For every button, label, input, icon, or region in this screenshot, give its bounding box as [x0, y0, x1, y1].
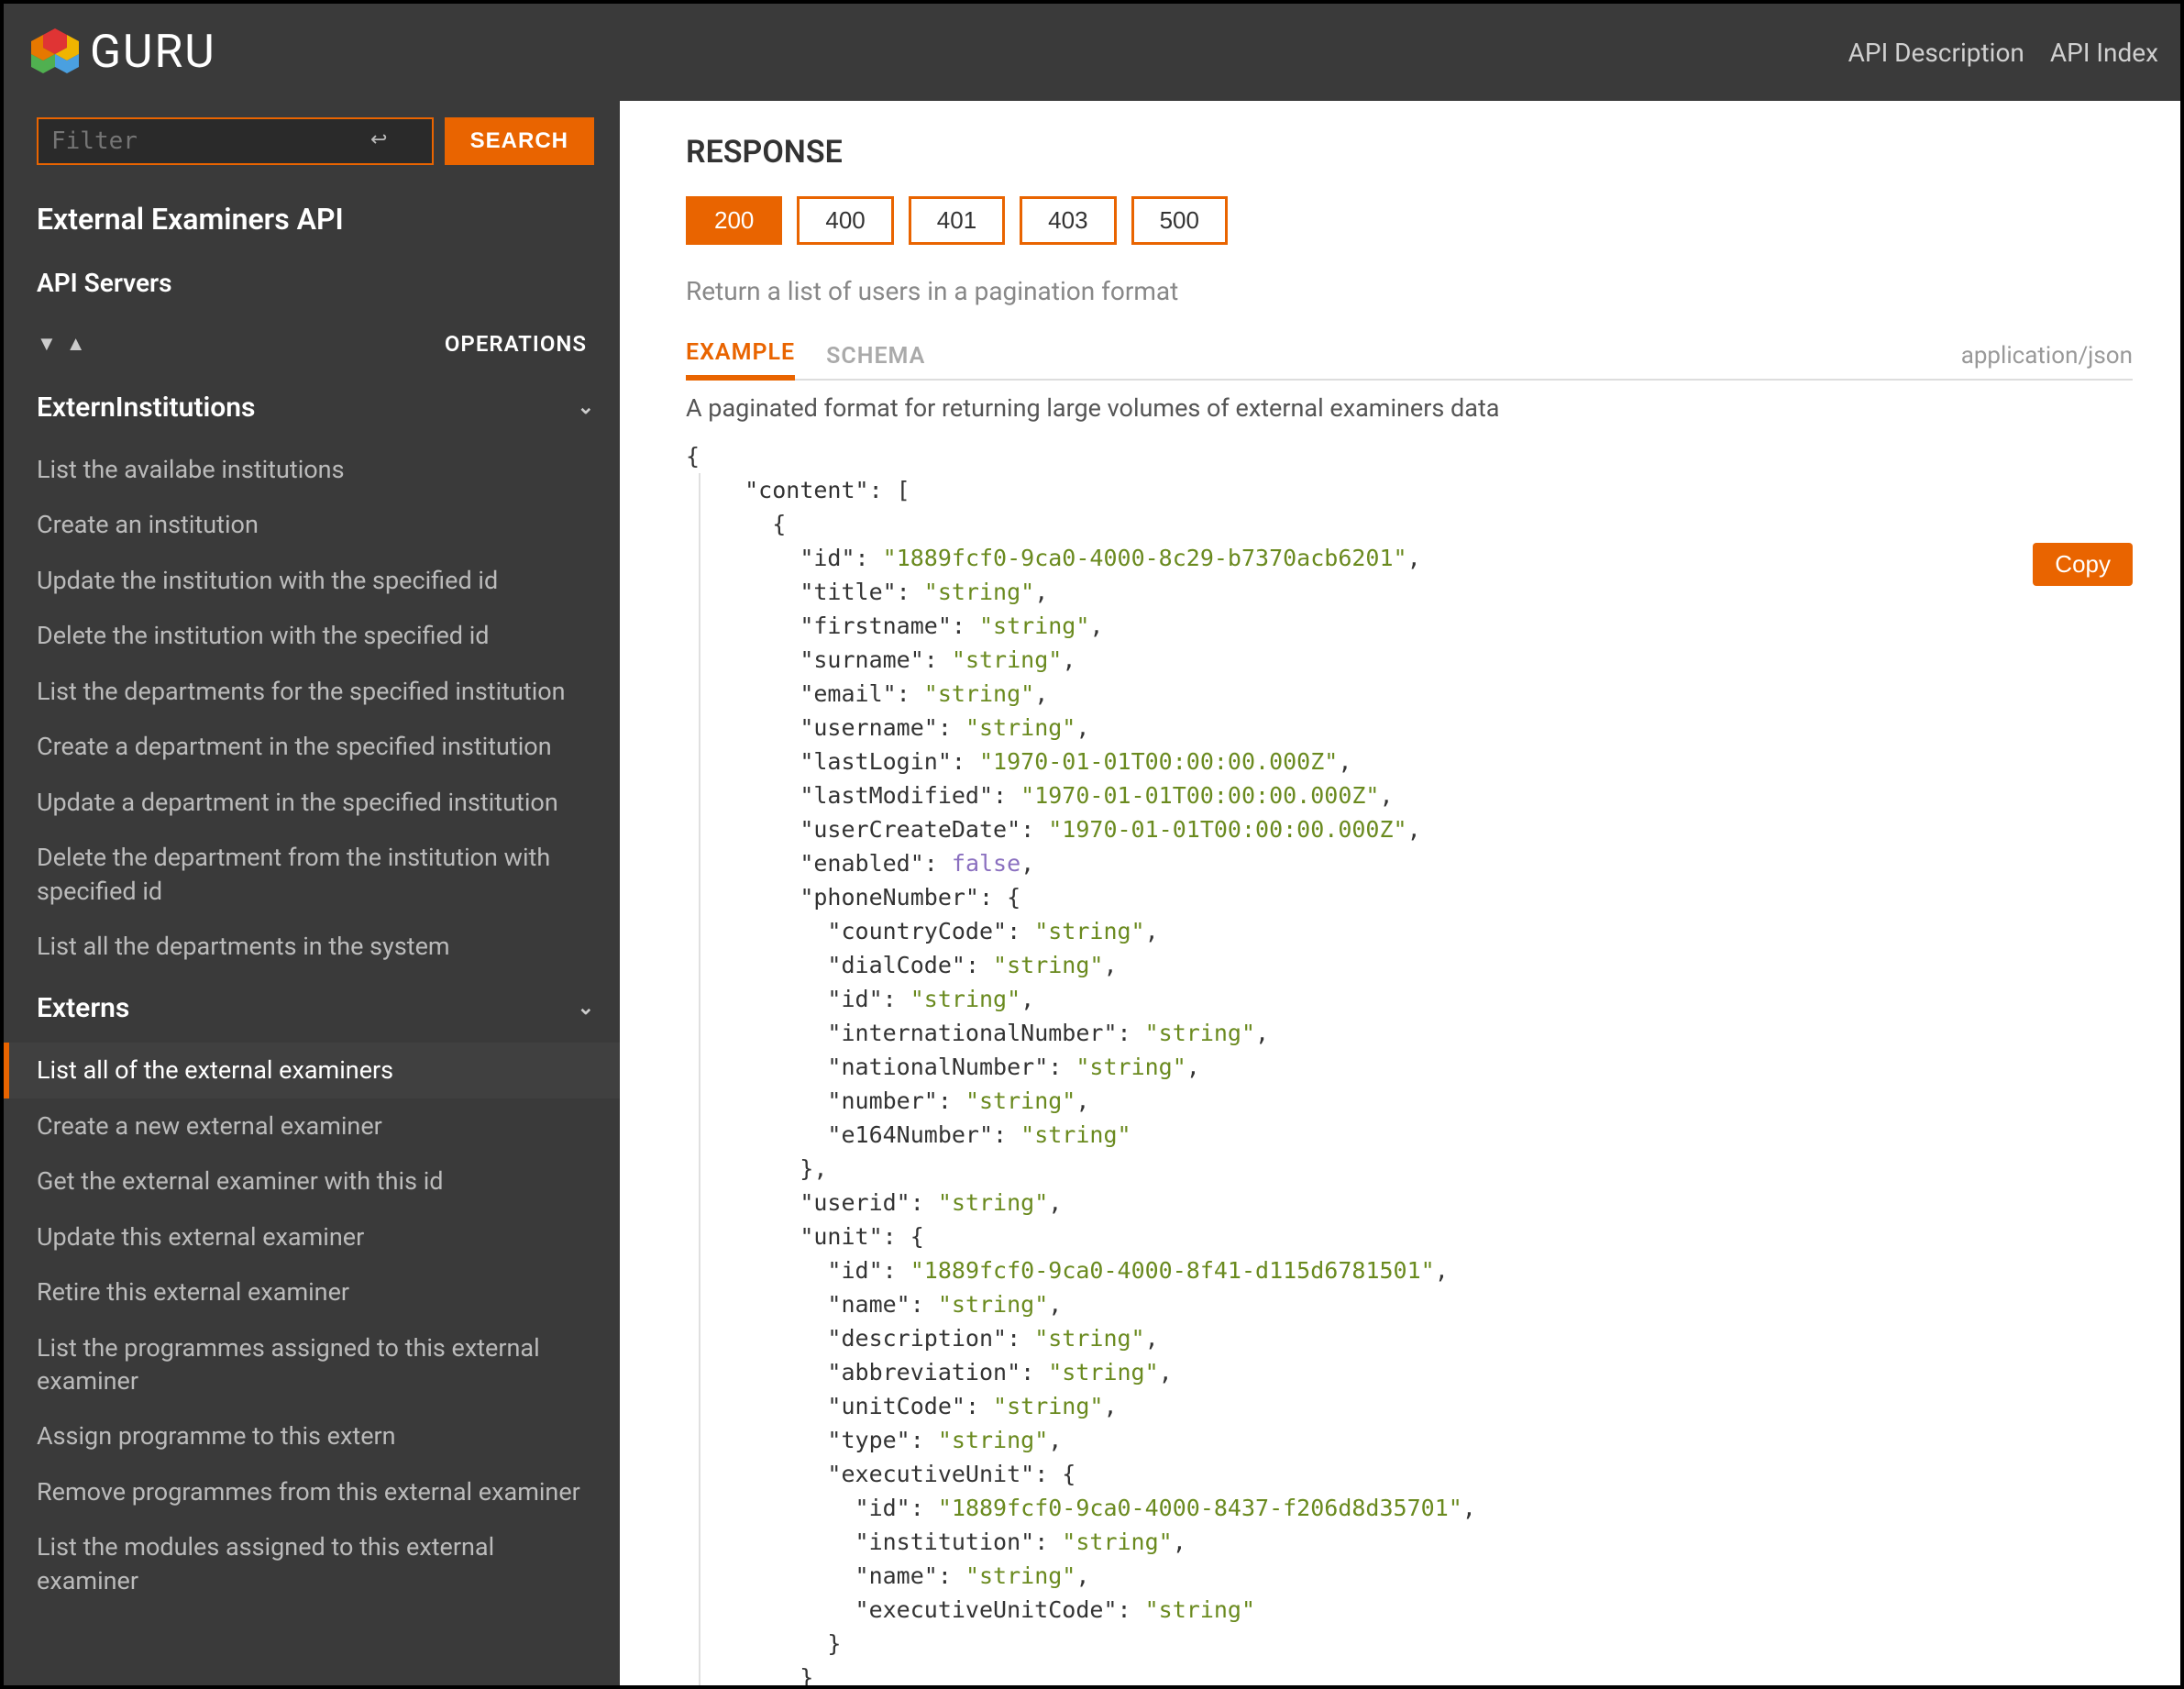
- logo-icon: [29, 27, 81, 78]
- arrow-up-icon[interactable]: ▲: [66, 332, 86, 356]
- schema-description: A paginated format for returning large v…: [686, 393, 2133, 423]
- header-link-api-index[interactable]: API Index: [2050, 38, 2158, 68]
- response-description: Return a list of users in a pagination f…: [686, 276, 2133, 306]
- content-type: application/json: [1961, 342, 2133, 379]
- status-400[interactable]: 400: [797, 196, 893, 245]
- group-header-externs[interactable]: Externs ⌄: [4, 974, 620, 1043]
- nav-item[interactable]: List the departments for the specified i…: [4, 664, 620, 719]
- app-header: GURU API Description API Index: [4, 4, 2180, 101]
- group-name: Externs: [37, 992, 129, 1024]
- nav-item[interactable]: Delete the institution with the specifie…: [4, 608, 620, 663]
- nav-item[interactable]: Assign programme to this extern: [4, 1408, 620, 1463]
- tab-row: EXAMPLE SCHEMA application/json: [686, 332, 2133, 381]
- nav-item[interactable]: List the programmes assigned to this ext…: [4, 1320, 620, 1409]
- filter-input[interactable]: [37, 117, 434, 165]
- tab-schema[interactable]: SCHEMA: [826, 336, 925, 379]
- search-row: ↩ SEARCH: [4, 101, 620, 176]
- operations-label: OPERATIONS: [445, 331, 587, 357]
- nav-item[interactable]: Update a department in the specified ins…: [4, 775, 620, 830]
- api-servers-title: API Servers: [4, 253, 620, 315]
- status-403[interactable]: 403: [1020, 196, 1116, 245]
- copy-button[interactable]: Copy: [2033, 543, 2133, 586]
- logo: GURU: [29, 26, 216, 79]
- group-header-externinstitutions[interactable]: ExternInstitutions ⌄: [4, 373, 620, 442]
- nav-item[interactable]: Update the institution with the specifie…: [4, 553, 620, 608]
- search-button[interactable]: SEARCH: [445, 117, 594, 165]
- status-500[interactable]: 500: [1131, 196, 1228, 245]
- nav-item[interactable]: Update this external examiner: [4, 1209, 620, 1264]
- status-200[interactable]: 200: [686, 196, 782, 245]
- section-title: RESPONSE: [686, 134, 2133, 171]
- main-content: RESPONSE 200 400 401 403 500 Return a li…: [620, 101, 2180, 1685]
- header-link-api-description[interactable]: API Description: [1848, 38, 2024, 68]
- sort-arrows: ▼ ▲: [37, 332, 86, 356]
- status-401[interactable]: 401: [909, 196, 1005, 245]
- nav-item[interactable]: Get the external examiner with this id: [4, 1154, 620, 1209]
- api-title: External Examiners API: [4, 176, 620, 253]
- arrow-down-icon[interactable]: ▼: [37, 332, 57, 356]
- nav-item[interactable]: Create a new external examiner: [4, 1098, 620, 1154]
- logo-text: GURU: [90, 26, 216, 79]
- header-links: API Description API Index: [1848, 38, 2158, 68]
- chevron-down-icon: ⌄: [578, 396, 594, 419]
- chevron-down-icon: ⌄: [578, 997, 594, 1020]
- nav-item[interactable]: List the modules assigned to this extern…: [4, 1519, 620, 1608]
- nav-item[interactable]: Remove programmes from this external exa…: [4, 1464, 620, 1519]
- json-example: { "content": [ { "id": "1889fcf0-9ca0-40…: [686, 439, 2133, 1685]
- nav-item[interactable]: Delete the department from the instituti…: [4, 830, 620, 919]
- nav-item[interactable]: List the availabe institutions: [4, 442, 620, 497]
- nav-item[interactable]: Create a department in the specified ins…: [4, 719, 620, 774]
- status-code-row: 200 400 401 403 500: [686, 196, 2133, 245]
- nav-item[interactable]: List all of the external examiners: [4, 1043, 620, 1098]
- nav-item[interactable]: Create an institution: [4, 497, 620, 552]
- group-name: ExternInstitutions: [37, 392, 255, 424]
- tab-example[interactable]: EXAMPLE: [686, 332, 795, 381]
- nav-item[interactable]: Retire this external examiner: [4, 1264, 620, 1319]
- sidebar: ↩ SEARCH External Examiners API API Serv…: [4, 101, 620, 1685]
- nav-item[interactable]: List all the departments in the system: [4, 919, 620, 974]
